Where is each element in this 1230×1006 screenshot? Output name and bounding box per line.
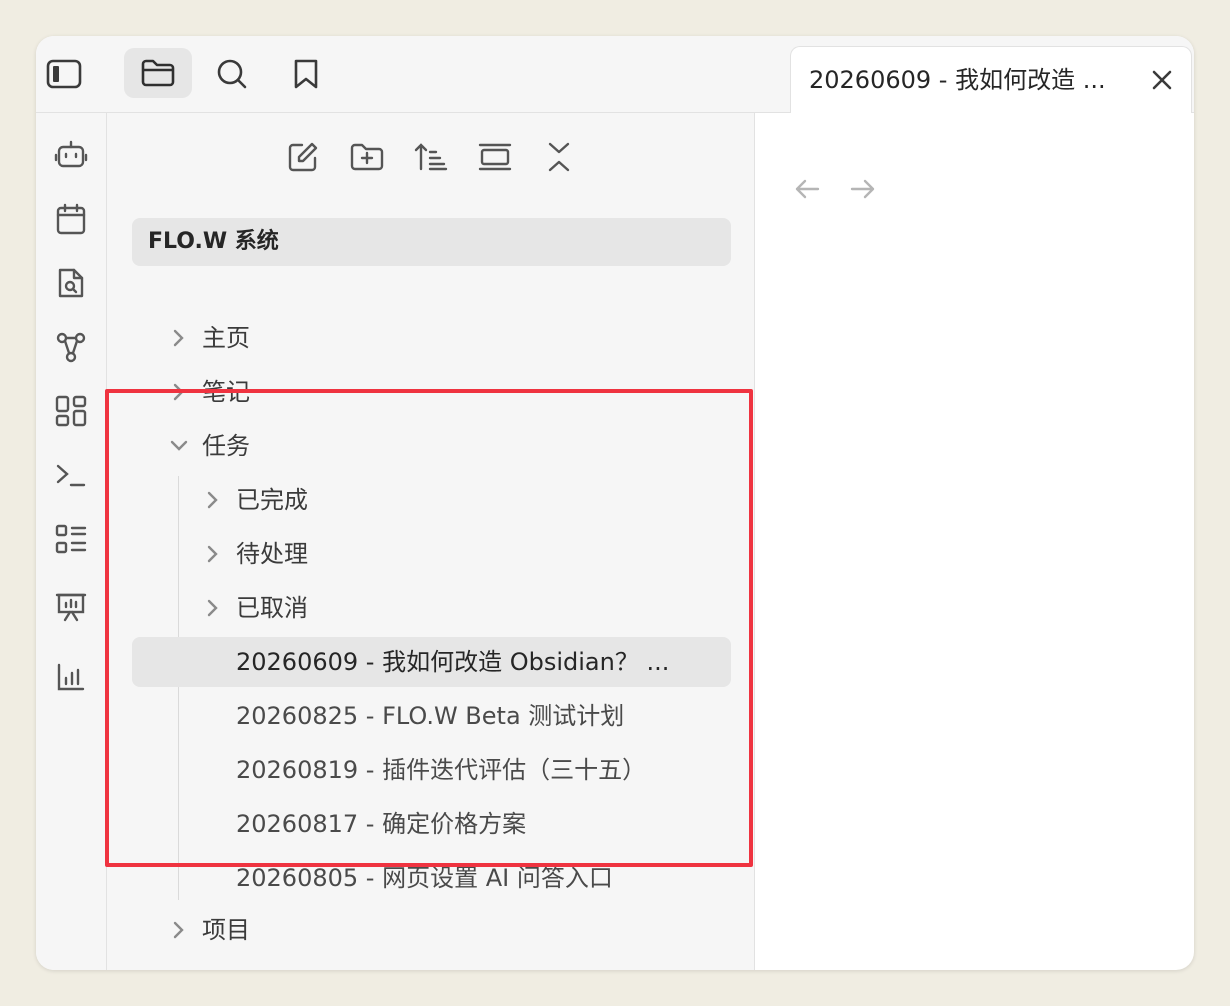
search-button[interactable] xyxy=(210,52,254,96)
tab-close-button[interactable] xyxy=(1147,65,1177,95)
new-note-button[interactable] xyxy=(281,135,325,179)
vault-name-label: FLO.W 系统 xyxy=(148,229,279,254)
search-icon xyxy=(217,59,247,89)
tab-active-note[interactable]: 20260609 - 我如何改造 ... xyxy=(790,46,1192,113)
list-icon xyxy=(55,524,87,554)
ribbon-calendar-button[interactable] xyxy=(45,193,97,245)
new-folder-icon xyxy=(350,143,384,171)
ribbon-slides-button[interactable] xyxy=(45,581,97,633)
ribbon-graph-button[interactable] xyxy=(45,321,97,373)
tree-folder-label: 领域 xyxy=(202,968,250,970)
graph-icon xyxy=(56,332,86,363)
collapse-all-button[interactable] xyxy=(537,135,581,179)
ribbon xyxy=(36,113,107,970)
files-view-button[interactable] xyxy=(124,48,192,98)
bookmark-icon xyxy=(294,59,318,89)
back-button[interactable] xyxy=(792,176,822,202)
collapse-all-icon xyxy=(548,142,570,172)
tab-title: 20260609 - 我如何改造 ... xyxy=(809,66,1106,94)
robot-icon xyxy=(54,140,88,168)
ribbon-file-search-button[interactable] xyxy=(45,257,97,309)
bookmarks-button[interactable] xyxy=(284,52,328,96)
ribbon-copilot-button[interactable] xyxy=(45,129,97,181)
tree-folder-projects[interactable]: 项目 xyxy=(132,905,731,955)
file-search-icon xyxy=(58,268,84,298)
sidebar-toggle-icon xyxy=(46,59,82,89)
collapse-view-icon xyxy=(478,143,512,171)
tree-folder-label: 主页 xyxy=(202,324,250,352)
close-icon xyxy=(1152,70,1172,90)
sidebar-header xyxy=(36,36,754,113)
forward-button[interactable] xyxy=(848,176,878,202)
new-note-icon xyxy=(288,142,318,172)
ribbon-dashboard-button[interactable] xyxy=(45,385,97,437)
presentation-icon xyxy=(55,593,87,622)
ribbon-outline-button[interactable] xyxy=(45,513,97,565)
sort-button[interactable] xyxy=(409,135,453,179)
terminal-icon xyxy=(56,464,86,487)
grid-icon xyxy=(55,395,87,427)
arrow-left-icon xyxy=(795,179,820,199)
calendar-icon xyxy=(56,203,86,235)
ribbon-terminal-button[interactable] xyxy=(45,449,97,501)
sort-icon xyxy=(414,143,448,171)
chart-icon xyxy=(57,663,85,691)
chevron-right-icon xyxy=(173,921,184,939)
sidebar-toggle-button[interactable] xyxy=(42,54,86,94)
arrow-right-icon xyxy=(850,179,875,199)
chevron-right-icon xyxy=(173,329,184,347)
vault-name[interactable]: FLO.W 系统 xyxy=(132,218,731,266)
folder-icon xyxy=(141,59,175,87)
collapse-view-button[interactable] xyxy=(473,135,517,179)
tab-bar: 20260609 - 我如何改造 ... xyxy=(754,36,1194,113)
tree-folder-label: 项目 xyxy=(202,916,250,944)
new-folder-button[interactable] xyxy=(345,135,389,179)
highlight-box xyxy=(105,389,753,867)
tree-folder-areas[interactable]: 领域 xyxy=(132,959,731,970)
ribbon-stats-button[interactable] xyxy=(45,651,97,703)
tree-folder-home[interactable]: 主页 xyxy=(132,313,731,363)
